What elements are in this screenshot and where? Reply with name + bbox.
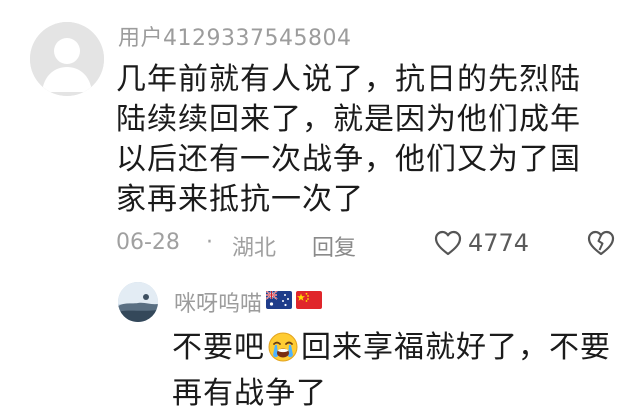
reply-text: 不要吧 回来享福就好了，不要再有战争了 [172, 328, 612, 414]
comment-date: 06-28 [116, 230, 180, 255]
reply-text-part1: 不要吧 [172, 330, 265, 365]
reply-username[interactable]: 咪呀呜喵 [174, 286, 262, 318]
like-count: 4774 [468, 229, 530, 257]
reply-username-row: 咪呀呜喵 [174, 286, 323, 318]
reply-avatar[interactable] [118, 282, 158, 322]
avatar[interactable] [30, 22, 104, 96]
heart-icon [434, 230, 462, 256]
china-flag-icon [296, 290, 323, 315]
meta-separator: · [206, 230, 213, 255]
comment-username[interactable]: 用户4129337545804 [118, 20, 351, 52]
reply-button[interactable]: 回复 [312, 230, 356, 262]
comment-text: 几年前就有人说了，抗日的先烈陆陆续续回来了，就是因为他们成年以后还有一次战争，他… [116, 62, 581, 217]
comment-location: 湖北 [232, 236, 277, 261]
landscape-avatar-icon [118, 282, 158, 322]
dislike-button[interactable] [586, 226, 616, 260]
broken-heart-icon [587, 230, 615, 256]
default-avatar-icon [30, 22, 104, 96]
australia-flag-icon [265, 289, 293, 315]
like-button[interactable]: 4774 [434, 226, 529, 260]
crying-face-emoji-icon [267, 331, 299, 374]
comment-meta: 06-28 · 湖北 回复 4774 [116, 226, 626, 262]
